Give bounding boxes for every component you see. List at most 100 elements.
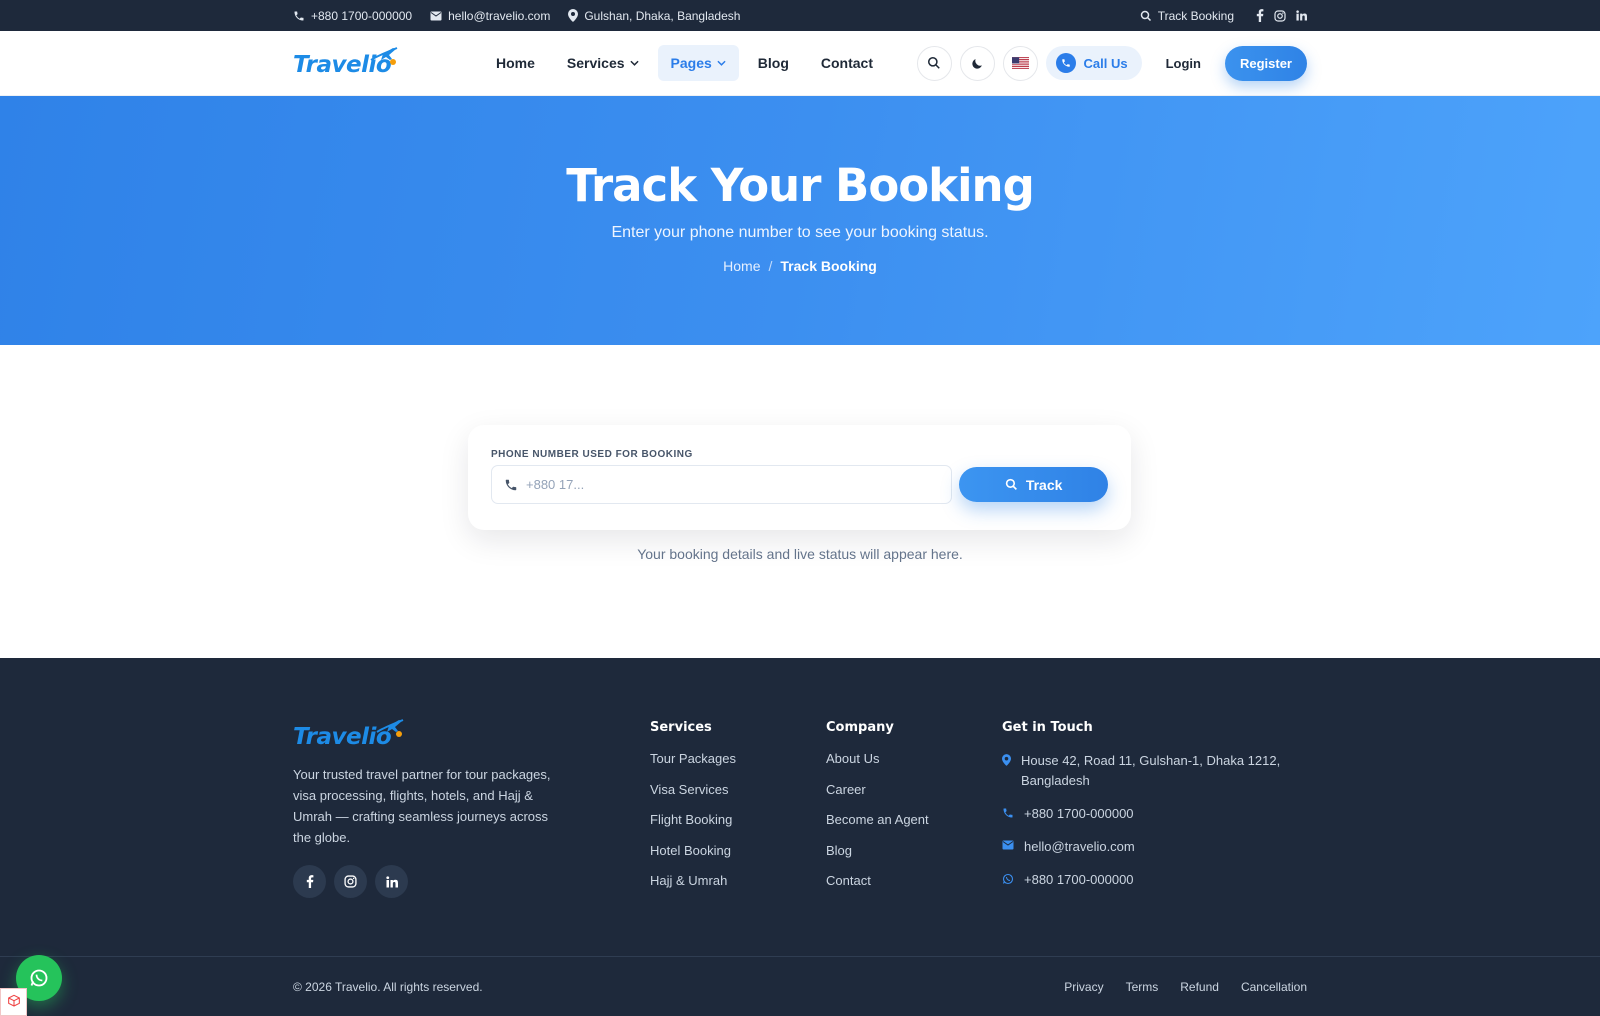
- footer-phone[interactable]: +880 1700-000000: [1002, 804, 1292, 824]
- breadcrumb-current: Track Booking: [780, 258, 877, 274]
- footer-link-visa-services[interactable]: Visa Services: [650, 782, 729, 797]
- footer-email[interactable]: hello@travelio.com: [1002, 837, 1292, 857]
- nav-contact-label: Contact: [820, 55, 873, 71]
- chevron-down-icon: [717, 60, 726, 66]
- site-logo[interactable]: Travelio: [293, 46, 399, 80]
- search-icon: [927, 56, 941, 70]
- footer-contact-column: Get in Touch House 42, Road 11, Gulshan-…: [1002, 720, 1292, 903]
- footer-link-flight-booking[interactable]: Flight Booking: [650, 812, 732, 827]
- airplane-logo-icon: [370, 47, 398, 65]
- footer-whatsapp-text: +880 1700-000000: [1024, 872, 1134, 887]
- linkedin-icon[interactable]: [1296, 10, 1307, 21]
- footer-link-refund[interactable]: Refund: [1180, 980, 1219, 994]
- topbar-phone[interactable]: +880 1700-000000: [293, 9, 412, 23]
- footer-social-links: [293, 865, 563, 898]
- track-result-hint: Your booking details and live status wil…: [637, 546, 963, 562]
- breadcrumb-separator: /: [768, 258, 773, 274]
- footer-services-column: Services Tour Packages Visa Services Fli…: [650, 720, 736, 904]
- footer-brand: Travelio Your trusted travel partner for…: [293, 718, 563, 898]
- facebook-icon[interactable]: [293, 865, 326, 898]
- footer-link-blog[interactable]: Blog: [826, 843, 852, 858]
- theme-toggle-button[interactable]: [959, 45, 995, 81]
- facebook-icon[interactable]: [1256, 9, 1264, 22]
- search-icon: [1140, 10, 1152, 22]
- page-title: Track Your Booking: [566, 159, 1035, 212]
- whatsapp-icon: [1002, 870, 1014, 890]
- instagram-icon[interactable]: [334, 865, 367, 898]
- nav-home-label: Home: [496, 55, 535, 71]
- footer-link-about-us[interactable]: About Us: [826, 751, 879, 766]
- nav-contact[interactable]: Contact: [808, 45, 886, 81]
- nav-pages[interactable]: Pages: [657, 45, 739, 81]
- call-us-label: Call Us: [1083, 55, 1128, 71]
- framework-logo-icon: [6, 994, 22, 1010]
- track-section: PHONE NUMBER USED FOR BOOKING Track Your…: [0, 345, 1600, 658]
- copyright-text: © 2026 Travelio. All rights reserved.: [293, 980, 483, 994]
- page-subtitle: Enter your phone number to see your book…: [611, 224, 989, 241]
- phone-input[interactable]: [526, 477, 940, 492]
- footer-link-terms[interactable]: Terms: [1126, 980, 1159, 994]
- footer-company-column: Company About Us Career Become an Agent …: [826, 720, 929, 904]
- topbar-email[interactable]: hello@travelio.com: [430, 9, 550, 23]
- footer-bottom-bar: © 2026 Travelio. All rights reserved. Pr…: [0, 956, 1600, 1016]
- topbar-phone-text: +880 1700-000000: [311, 8, 413, 23]
- footer-link-tour-packages[interactable]: Tour Packages: [650, 751, 736, 766]
- debug-toolbar-badge[interactable]: [0, 988, 27, 1016]
- track-button-label: Track: [1025, 476, 1063, 493]
- footer-link-hajj-umrah[interactable]: Hajj & Umrah: [650, 873, 727, 888]
- footer-link-become-agent[interactable]: Become an Agent: [826, 812, 929, 827]
- phone-input-wrapper[interactable]: [491, 465, 953, 504]
- footer-link-contact[interactable]: Contact: [826, 873, 871, 888]
- footer-link-hotel-booking[interactable]: Hotel Booking: [650, 843, 731, 858]
- instagram-icon[interactable]: [1274, 9, 1286, 22]
- breadcrumb: Home / Track Booking: [0, 258, 1600, 274]
- footer-email-text: hello@travelio.com: [1024, 839, 1135, 854]
- phone-field-label: PHONE NUMBER USED FOR BOOKING: [491, 449, 693, 460]
- register-button[interactable]: Register: [1224, 45, 1307, 81]
- hero-banner: Track Your Booking Enter your phone numb…: [0, 96, 1600, 345]
- chevron-down-icon: [629, 60, 639, 66]
- phone-icon: [504, 478, 518, 492]
- footer-contact-heading: Get in Touch: [1002, 720, 1093, 735]
- footer-company-heading: Company: [826, 720, 894, 735]
- footer-about-text: Your trusted travel partner for tour pac…: [293, 767, 551, 845]
- top-bar: +880 1700-000000 hello@travelio.com Guls…: [0, 0, 1600, 31]
- call-us-button[interactable]: Call Us: [1045, 46, 1142, 80]
- moon-icon: [971, 57, 984, 70]
- language-button[interactable]: [1002, 45, 1038, 81]
- topbar-track-booking-link[interactable]: Track Booking: [1140, 9, 1234, 23]
- phone-icon: [1002, 804, 1014, 824]
- nav-home[interactable]: Home: [483, 45, 548, 81]
- linkedin-icon[interactable]: [375, 865, 408, 898]
- footer-logo[interactable]: Travelio: [293, 718, 405, 752]
- phone-icon: [293, 10, 305, 22]
- footer-phone-text: +880 1700-000000: [1024, 806, 1134, 821]
- phone-icon: [1055, 53, 1076, 73]
- site-footer: Travelio Your trusted travel partner for…: [0, 658, 1600, 1016]
- search-icon: [1005, 478, 1018, 491]
- footer-link-career[interactable]: Career: [826, 782, 866, 797]
- search-button[interactable]: [916, 45, 952, 81]
- map-pin-icon: [1002, 751, 1011, 791]
- nav-blog-label: Blog: [757, 55, 789, 71]
- airplane-logo-icon: [376, 719, 404, 737]
- nav-blog[interactable]: Blog: [745, 45, 802, 81]
- topbar-location: Gulshan, Dhaka, Bangladesh: [568, 9, 740, 23]
- main-nav: Home Services Pages Blog Contact: [483, 45, 886, 81]
- topbar-track-text: Track Booking: [1157, 8, 1234, 23]
- track-form-card: PHONE NUMBER USED FOR BOOKING Track: [468, 425, 1131, 530]
- footer-link-privacy[interactable]: Privacy: [1064, 980, 1103, 994]
- topbar-location-text: Gulshan, Dhaka, Bangladesh: [584, 8, 741, 23]
- track-button[interactable]: Track: [959, 467, 1108, 502]
- nav-pages-label: Pages: [670, 55, 712, 71]
- breadcrumb-home[interactable]: Home: [723, 258, 760, 274]
- footer-link-cancellation[interactable]: Cancellation: [1241, 980, 1307, 994]
- map-pin-icon: [568, 9, 579, 22]
- footer-whatsapp[interactable]: +880 1700-000000: [1002, 870, 1292, 890]
- topbar-email-text: hello@travelio.com: [448, 8, 551, 23]
- nav-services-label: Services: [566, 55, 625, 71]
- whatsapp-icon: [29, 968, 49, 988]
- footer-address: House 42, Road 11, Gulshan-1, Dhaka 1212…: [1002, 751, 1292, 791]
- nav-services[interactable]: Services: [554, 45, 652, 81]
- login-link[interactable]: Login: [1150, 56, 1217, 71]
